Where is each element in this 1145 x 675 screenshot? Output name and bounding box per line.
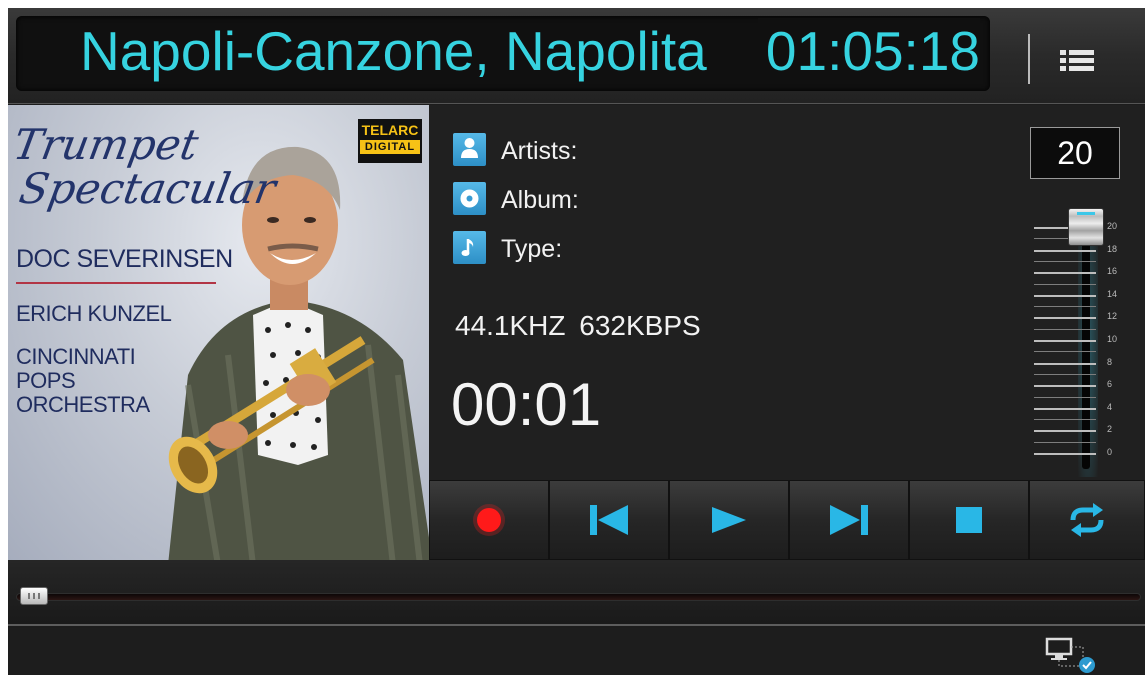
album-title-line2: Spectacular	[15, 164, 280, 213]
volume-tick	[1034, 283, 1096, 285]
album-title-line1: Trumpet	[9, 120, 203, 169]
volume-tick	[1034, 340, 1096, 342]
record-icon	[473, 504, 505, 536]
volume-tick	[1034, 317, 1096, 320]
album-cover: Trumpet Spectacular DOC SEVERINSEN ERICH…	[8, 105, 429, 560]
volume-tick	[1034, 453, 1096, 455]
type-label: Type:	[501, 235, 563, 263]
music-note-icon	[453, 231, 486, 264]
disc-icon	[453, 182, 486, 215]
seek-bar-thumb[interactable]	[20, 587, 48, 605]
volume-tick	[1034, 272, 1096, 275]
person-icon	[453, 133, 486, 166]
previous-track-button[interactable]	[549, 480, 669, 560]
album-divider	[16, 282, 216, 284]
volume-scale-label: 2	[1107, 424, 1113, 435]
now-playing-display: Napoli-Canzone, Napolita 01:05:18	[16, 16, 990, 91]
repeat-button[interactable]	[1029, 480, 1145, 560]
play-button[interactable]	[669, 480, 789, 560]
volume-scale-label: 16	[1107, 266, 1118, 277]
play-icon	[712, 507, 746, 533]
volume-scale-label: 14	[1107, 288, 1118, 299]
header-divider	[1028, 34, 1030, 84]
volume-tick	[1034, 373, 1096, 375]
album-conductor: ERICH KUNZEL	[16, 301, 172, 326]
header-bar: Napoli-Canzone, Napolita 01:05:18	[8, 8, 1145, 104]
volume-tick	[1034, 351, 1096, 353]
next-track-button[interactable]	[789, 480, 909, 560]
volume-tick	[1034, 407, 1096, 410]
volume-scale-label: 20	[1107, 221, 1118, 231]
playlist-menu-button[interactable]	[1050, 34, 1106, 88]
label-logo-mid: DIGITAL	[360, 140, 420, 154]
stop-button[interactable]	[909, 480, 1029, 560]
seek-bar-track[interactable]	[16, 593, 1141, 601]
volume-value: 20	[1030, 127, 1120, 179]
volume-scale-label: 8	[1107, 356, 1113, 367]
previous-track-icon	[590, 505, 628, 535]
artists-label: Artists:	[501, 137, 578, 165]
seek-bar-area	[8, 560, 1145, 626]
label-logo-top: TELARC	[360, 121, 420, 140]
album-ensemble-line2: POPS	[16, 368, 76, 393]
volume-tick	[1034, 260, 1096, 262]
display-connected-icon[interactable]	[1045, 636, 1097, 674]
music-player-window: Napoli-Canzone, Napolita 01:05:18 Trumpe…	[8, 8, 1145, 675]
next-track-icon	[830, 505, 868, 535]
volume-tick	[1034, 396, 1096, 398]
album-ensemble-line3: ORCHESTRA	[16, 392, 150, 417]
volume-tick	[1034, 362, 1096, 365]
record-label-logo: TELARC DIGITAL	[358, 119, 422, 163]
volume-tick	[1034, 306, 1096, 308]
stop-icon	[956, 507, 982, 533]
album-artist-name: DOC SEVERINSEN	[16, 245, 233, 273]
volume-tick	[1034, 328, 1096, 330]
elapsed-time: 00:01	[451, 371, 602, 438]
volume-scale-label: 10	[1107, 334, 1118, 344]
repeat-icon	[1070, 503, 1104, 537]
volume-scale-label: 0	[1107, 447, 1113, 457]
volume-tick	[1034, 441, 1096, 443]
volume-slider-thumb[interactable]	[1068, 208, 1104, 246]
volume-tick	[1034, 419, 1096, 421]
album-label: Album:	[501, 186, 579, 214]
volume-scale-label: 6	[1107, 379, 1113, 390]
status-bar	[8, 628, 1145, 675]
track-info-panel: Artists: Album: Type: 44.1KHZ 632KBPS 00…	[429, 105, 1030, 480]
volume-scale-label: 4	[1107, 401, 1113, 412]
volume-tick	[1034, 294, 1096, 297]
volume-tick	[1034, 430, 1096, 433]
volume-scale-label: 18	[1107, 243, 1118, 254]
track-title: Napoli-Canzone, Napolita	[80, 20, 707, 82]
total-duration: 01:05:18	[757, 18, 980, 84]
audio-format-info: 44.1KHZ 632KBPS	[455, 310, 701, 341]
album-ensemble-line1: CINCINNATI	[16, 344, 136, 369]
record-button[interactable]	[429, 480, 549, 560]
volume-tick	[1034, 249, 1096, 252]
volume-tick	[1034, 385, 1096, 388]
volume-scale-label: 12	[1107, 311, 1118, 322]
transport-controls	[429, 480, 1145, 560]
volume-panel: 20 20 18 16 14 12 10 8 6 4 2 0	[1030, 105, 1145, 480]
